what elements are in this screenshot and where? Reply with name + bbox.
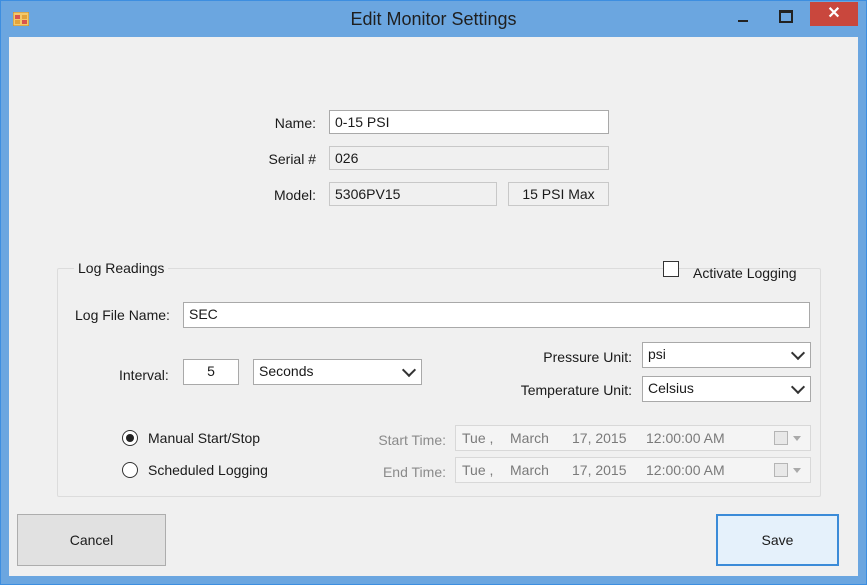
end-time: 12:00:00 AM	[646, 462, 725, 478]
close-icon[interactable]: ✕	[810, 2, 858, 26]
log-readings-title: Log Readings	[74, 260, 169, 276]
activate-logging-label: Activate Logging	[693, 265, 797, 281]
serial-field: 026	[329, 146, 609, 170]
start-day: Tue ,	[462, 430, 494, 446]
log-file-name-field[interactable]: SEC	[183, 302, 810, 328]
chevron-down-icon	[401, 362, 417, 378]
end-date: 17, 2015	[572, 462, 627, 478]
end-time-label: End Time:	[382, 464, 446, 480]
temperature-unit-label: Temperature Unit:	[520, 382, 632, 398]
calendar-icon[interactable]	[774, 431, 788, 445]
scheduled-logging-label: Scheduled Logging	[148, 462, 268, 478]
start-time: 12:00:00 AM	[646, 430, 725, 446]
end-day: Tue ,	[462, 462, 494, 478]
name-label: Name:	[274, 115, 316, 131]
temperature-unit-value: Celsius	[648, 380, 694, 396]
end-month: March	[510, 462, 549, 478]
pressure-unit-value: psi	[648, 346, 666, 362]
model-field: 5306PV15	[329, 182, 497, 206]
scheduled-logging-radio[interactable]	[122, 462, 138, 478]
chevron-down-icon	[790, 345, 806, 361]
log-file-name-label: Log File Name:	[75, 307, 170, 323]
chevron-down-icon	[790, 379, 806, 395]
model-max-field: 15 PSI Max	[508, 182, 609, 206]
serial-label: Serial #	[268, 151, 316, 167]
interval-label: Interval:	[119, 367, 169, 383]
pressure-unit-label: Pressure Unit:	[543, 349, 632, 365]
cancel-button[interactable]: Cancel	[17, 514, 166, 566]
start-month: March	[510, 430, 549, 446]
interval-unit-select[interactable]: Seconds	[253, 359, 422, 385]
temperature-unit-select[interactable]: Celsius	[642, 376, 811, 402]
end-time-picker[interactable]: Tue , March 17, 2015 12:00:00 AM	[455, 457, 811, 483]
calendar-icon[interactable]	[774, 463, 788, 477]
start-date: 17, 2015	[572, 430, 627, 446]
model-label: Model:	[273, 187, 316, 203]
title-bar[interactable]: Edit Monitor Settings ✕	[1, 1, 866, 37]
minimize-icon[interactable]	[729, 5, 757, 29]
manual-start-stop-label: Manual Start/Stop	[148, 430, 261, 446]
manual-start-stop-radio[interactable]	[122, 430, 138, 446]
save-button[interactable]: Save	[716, 514, 839, 566]
interval-unit-value: Seconds	[259, 363, 314, 379]
dropdown-arrow-icon[interactable]	[793, 468, 801, 473]
maximize-icon[interactable]	[771, 5, 799, 29]
start-time-picker[interactable]: Tue , March 17, 2015 12:00:00 AM	[455, 425, 811, 451]
start-time-label: Start Time:	[378, 432, 446, 448]
interval-field[interactable]: 5	[183, 359, 239, 385]
activate-logging-checkbox[interactable]	[663, 261, 679, 277]
pressure-unit-select[interactable]: psi	[642, 342, 811, 368]
name-field[interactable]: 0-15 PSI	[329, 110, 609, 134]
dropdown-arrow-icon[interactable]	[793, 436, 801, 441]
